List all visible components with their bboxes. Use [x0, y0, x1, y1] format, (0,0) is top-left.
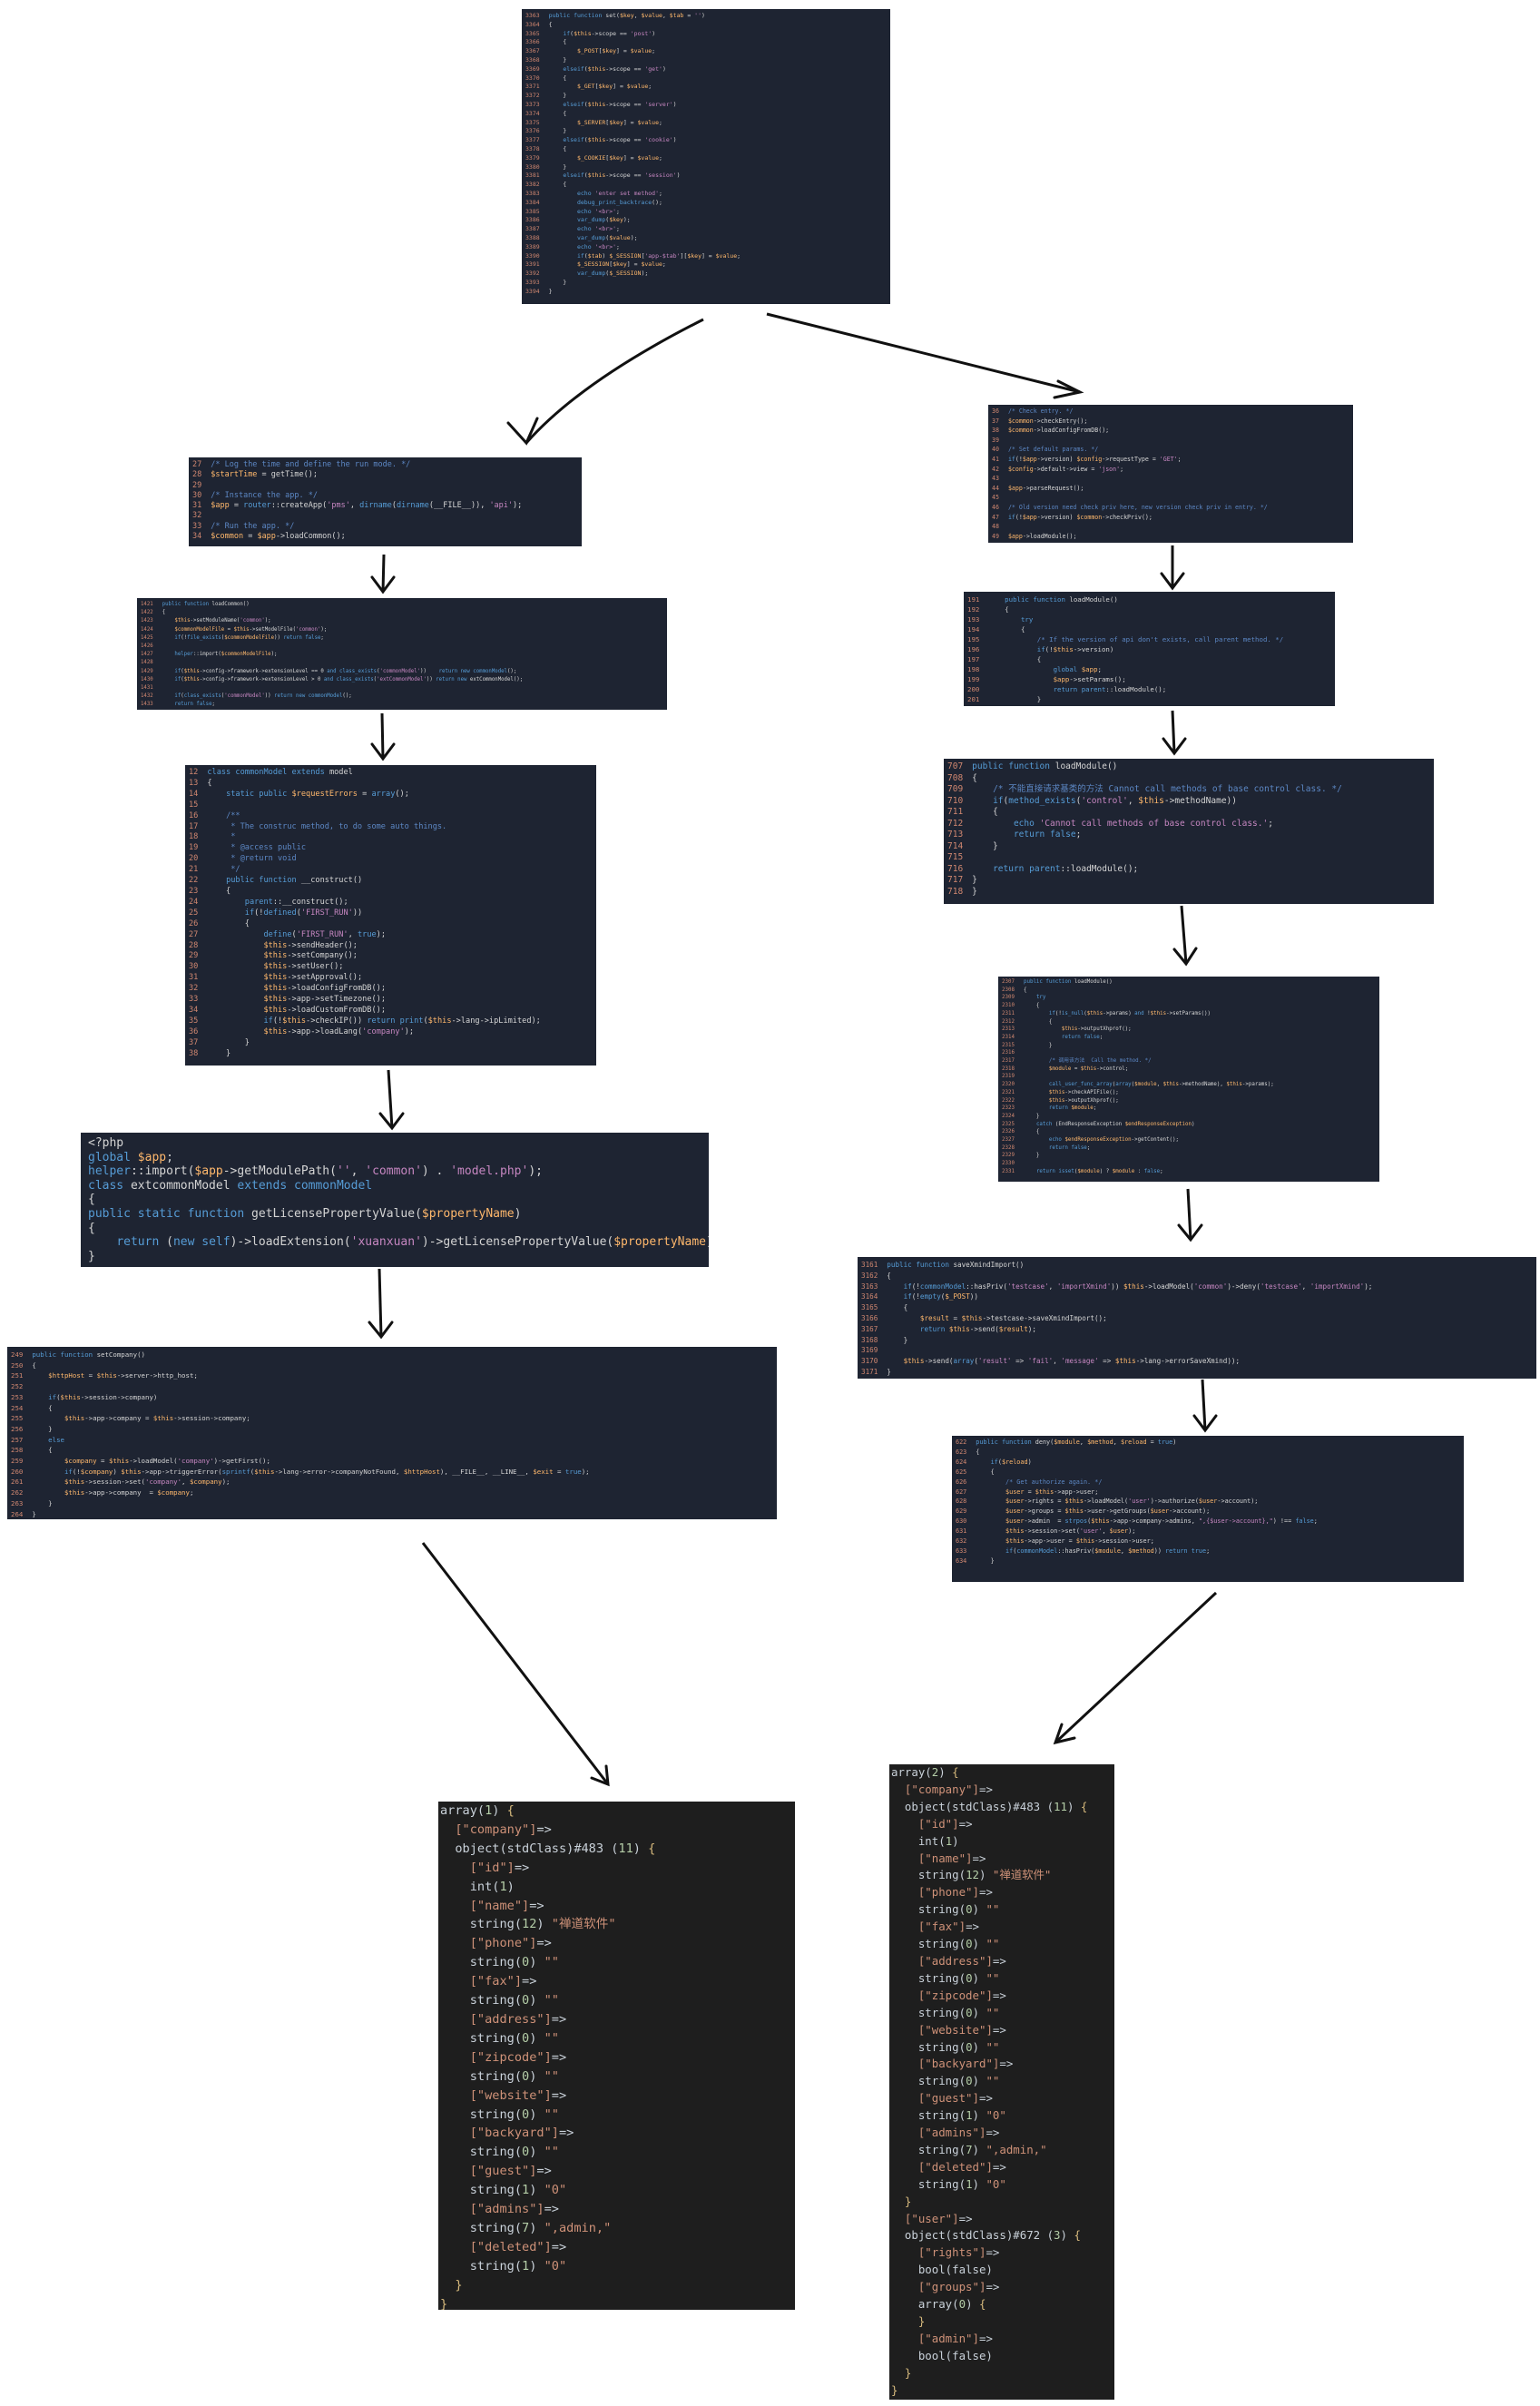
code-text: 191 public function loadModule() 192 { 1…: [967, 595, 1284, 703]
arrow-top-to-right: [766, 312, 1081, 394]
code-text: <?php global $app; helper::import($app->…: [88, 1136, 709, 1263]
code-panel-ext-common-model: <?php global $app; helper::import($app->…: [81, 1133, 709, 1267]
var-dump-left: array(1) { ["company"]=> object(stdClass…: [438, 1802, 795, 2310]
dump-text: array(1) { ["company"]=> object(stdClass…: [440, 1803, 656, 2310]
code-panel-deny: 622 public function deny($module, $method…: [952, 1436, 1464, 1582]
arrow-left-5: [421, 1542, 610, 1785]
arrow-right-2: [1171, 710, 1176, 754]
code-text: 3161 public function saveXmindImport() 31…: [861, 1261, 1373, 1376]
code-panel-common-model: 12 class commonModel extends model 13{ 14…: [185, 765, 596, 1066]
arrow-left-2: [380, 712, 385, 760]
code-panel-run-app: 27/* Log the time and define the run mod…: [189, 457, 582, 546]
code-text: 707 public function loadModule() 708{ 709…: [947, 761, 1342, 897]
code-text: 622 public function deny($module, $method…: [956, 1439, 1318, 1565]
arrow-right-5: [1201, 1379, 1207, 1431]
arrow-top-to-left: [525, 318, 704, 444]
code-panel-set-company: 249 public function setCompany() 250{ 251…: [7, 1347, 777, 1519]
code-panel-load-module-api: 191 public function loadModule() 192 { 1…: [964, 592, 1335, 706]
arrow-left-3: [387, 1069, 394, 1129]
code-text: 2307 public function loadModule() 2308{ 2…: [1002, 979, 1274, 1174]
code-panel-set-method: 3363 public function set($key, $value, $t…: [522, 9, 890, 304]
arrow-right-6: [1054, 1591, 1218, 1744]
code-text: 3363 public function set($key, $value, $t…: [525, 12, 741, 295]
code-panel-check-entry: 36/* Check entry. */ 37 $common->checkEnt…: [988, 405, 1353, 543]
code-panel-load-module-control: 707 public function loadModule() 708{ 709…: [944, 759, 1434, 904]
code-text: 249 public function setCompany() 250{ 251…: [11, 1350, 590, 1518]
code-text: 27/* Log the time and define the run mod…: [192, 460, 523, 542]
code-panel-load-module-router: 2307 public function loadModule() 2308{ 2…: [998, 977, 1379, 1182]
arrow-left-1: [381, 554, 386, 593]
code-panel-load-common: 1421 public function loadCommon() 1422{ 1…: [137, 598, 667, 710]
arrow-left-4: [378, 1268, 383, 1338]
arrow-right-3: [1180, 905, 1188, 965]
arrow-right-4: [1186, 1188, 1192, 1241]
dump-text: array(2) { ["company"]=> object(stdClass…: [891, 1765, 1088, 2397]
var-dump-right: array(2) { ["company"]=> object(stdClass…: [889, 1764, 1114, 2400]
code-text: 36/* Check entry. */ 37 $common->checkEnt…: [992, 408, 1268, 540]
code-text: 12 class commonModel extends model 13{ 14…: [189, 768, 541, 1058]
code-panel-save-xmind-import: 3161 public function saveXmindImport() 31…: [858, 1257, 1536, 1379]
code-text: 1421 public function loadCommon() 1422{ 1…: [141, 602, 524, 708]
